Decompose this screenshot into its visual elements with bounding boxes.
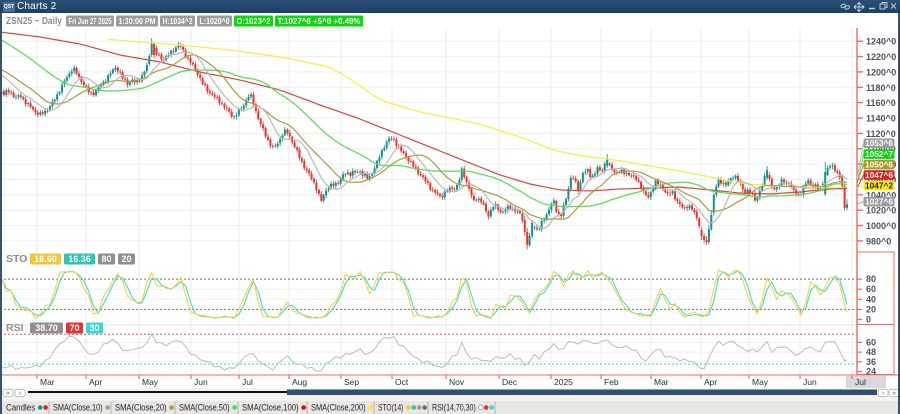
svg-text:Mar: Mar bbox=[654, 377, 669, 387]
svg-text:38.70: 38.70 bbox=[35, 323, 58, 333]
svg-text:SMA(Close,200): SMA(Close,200) bbox=[311, 403, 366, 413]
svg-text:1052^7: 1052^7 bbox=[865, 149, 893, 159]
svg-text:Apr: Apr bbox=[89, 377, 102, 387]
svg-text:60: 60 bbox=[866, 337, 876, 347]
svg-text:Oct: Oct bbox=[395, 377, 409, 387]
svg-text:1053^6: 1053^6 bbox=[865, 138, 893, 148]
svg-text:STO(14): STO(14) bbox=[378, 403, 403, 413]
svg-text:Dec: Dec bbox=[502, 377, 518, 387]
svg-text:20: 20 bbox=[866, 304, 876, 314]
svg-text:48: 48 bbox=[866, 347, 876, 357]
svg-text:ZSN25 ~ Daily: ZSN25 ~ Daily bbox=[6, 16, 62, 27]
svg-text:1047^6: 1047^6 bbox=[865, 170, 893, 180]
svg-text:1027^6: 1027^6 bbox=[865, 197, 893, 207]
svg-text:Jun: Jun bbox=[803, 377, 817, 387]
svg-text:60: 60 bbox=[866, 284, 876, 294]
svg-text:1200^0: 1200^0 bbox=[866, 67, 896, 77]
svg-text:1240^0: 1240^0 bbox=[866, 37, 896, 47]
svg-text:16.60: 16.60 bbox=[34, 254, 57, 264]
svg-text:«: « bbox=[6, 390, 10, 397]
svg-text:Sep: Sep bbox=[344, 377, 359, 387]
svg-text:Nov: Nov bbox=[449, 377, 465, 387]
svg-text:Jun: Jun bbox=[194, 377, 208, 387]
svg-text:1180^0: 1180^0 bbox=[866, 83, 896, 93]
svg-text:O:1023^2: O:1023^2 bbox=[237, 16, 271, 26]
svg-text:RSI: RSI bbox=[6, 322, 24, 334]
svg-text:80: 80 bbox=[101, 254, 111, 264]
svg-text:May: May bbox=[142, 377, 159, 387]
svg-text:Mar: Mar bbox=[40, 377, 55, 387]
svg-text:1020^0: 1020^0 bbox=[866, 206, 896, 216]
svg-text:Feb: Feb bbox=[604, 377, 619, 387]
svg-text:May: May bbox=[752, 377, 769, 387]
svg-text:1047^2: 1047^2 bbox=[865, 180, 893, 190]
svg-text:80: 80 bbox=[866, 274, 876, 284]
svg-text:1160^0: 1160^0 bbox=[866, 98, 896, 108]
svg-text:Jul: Jul bbox=[855, 377, 866, 387]
svg-text:T:1027^6 +5^0 +0.49%: T:1027^6 +5^0 +0.49% bbox=[278, 16, 361, 26]
svg-text:RSI(14,70,30): RSI(14,70,30) bbox=[432, 403, 476, 413]
svg-text:1000^0: 1000^0 bbox=[866, 221, 896, 231]
svg-text:L:1020^0: L:1020^0 bbox=[200, 16, 230, 26]
svg-text:H:1034^2: H:1034^2 bbox=[163, 16, 193, 26]
svg-text:980^0: 980^0 bbox=[866, 236, 891, 246]
svg-text:1220^0: 1220^0 bbox=[866, 52, 896, 62]
svg-text:Candles: Candles bbox=[6, 403, 36, 413]
svg-text:70: 70 bbox=[69, 323, 79, 333]
svg-text:1140^0: 1140^0 bbox=[866, 114, 896, 124]
svg-text:»: » bbox=[892, 390, 896, 397]
svg-text:Aug: Aug bbox=[292, 377, 307, 387]
svg-text:SMA(Close,50): SMA(Close,50) bbox=[179, 403, 230, 413]
svg-text:1050^6: 1050^6 bbox=[865, 159, 893, 169]
svg-text:16.36: 16.36 bbox=[68, 254, 91, 264]
svg-text:2025: 2025 bbox=[554, 377, 573, 387]
svg-text:Jul: Jul bbox=[242, 377, 253, 387]
svg-text:20: 20 bbox=[121, 254, 131, 264]
svg-text:36: 36 bbox=[866, 357, 876, 367]
svg-text:40: 40 bbox=[866, 294, 876, 304]
svg-text:STO: STO bbox=[6, 253, 27, 265]
svg-text:SMA(Close,10): SMA(Close,10) bbox=[53, 403, 103, 413]
svg-text:Apr: Apr bbox=[704, 377, 717, 387]
svg-text:SMA(Close,20): SMA(Close,20) bbox=[115, 403, 167, 413]
svg-text:1:30:00 PM: 1:30:00 PM bbox=[119, 16, 156, 26]
svg-text:0: 0 bbox=[866, 315, 871, 325]
svg-text:30: 30 bbox=[89, 323, 99, 333]
svg-text:SMA(Close,100): SMA(Close,100) bbox=[242, 403, 299, 413]
svg-text:Fri Jun 27 2025: Fri Jun 27 2025 bbox=[69, 16, 112, 26]
